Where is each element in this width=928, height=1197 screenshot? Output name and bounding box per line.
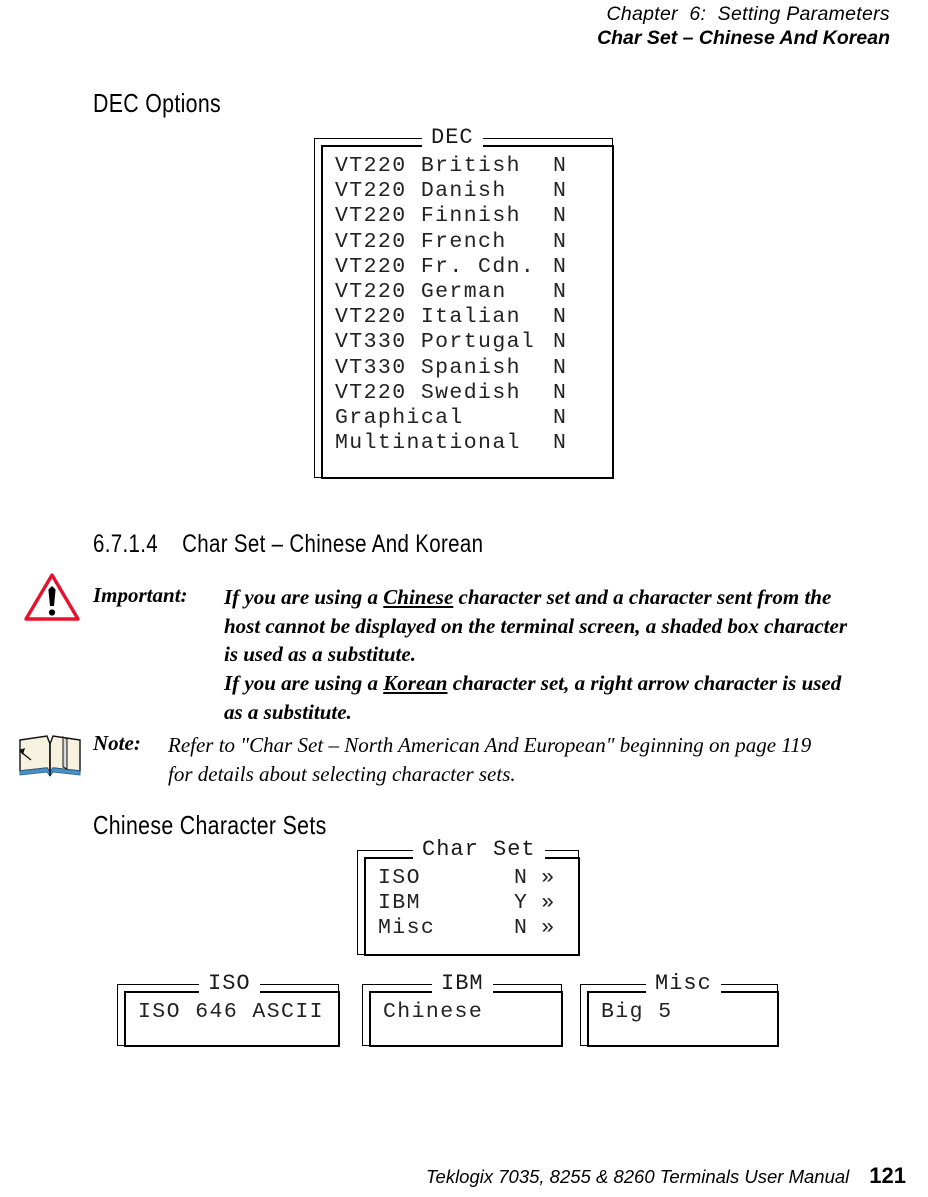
ibm-dialog-rows: Chinese <box>369 991 563 1047</box>
dec-dialog-title: DEC <box>422 127 483 149</box>
note-text: Refer to "Char Set – North American And … <box>168 733 812 786</box>
dec-row-label: VT220 Swedish <box>335 380 521 405</box>
dec-row-label: VT220 British <box>335 154 521 178</box>
dec-dialog-row[interactable]: VT220 Finnish N <box>335 204 614 229</box>
ibm-dialog-value: Chinese <box>383 1000 484 1024</box>
dec-row-label: VT220 French <box>335 229 507 254</box>
char-set-row-label: ISO <box>378 866 421 890</box>
misc-dialog: Misc Big 5 <box>580 973 779 1047</box>
dec-row-label: VT220 Finnish <box>335 204 521 229</box>
char-set-dialog-title: Char Set <box>413 839 545 861</box>
dec-row-value: N <box>553 406 568 431</box>
dec-row-label: Graphical <box>335 406 464 431</box>
char-set-dialog-row[interactable]: Misc N » <box>378 916 580 941</box>
dec-dialog-row[interactable]: VT220 British N <box>335 154 614 179</box>
dec-row-value: N <box>553 330 568 355</box>
char-set-dialog-rows: ISO N » IBM Y » Misc N » <box>364 857 580 956</box>
dec-row-label: VT220 German <box>335 280 507 305</box>
dec-dialog-row[interactable]: VT220 Fr. Cdn. N <box>335 255 614 280</box>
section-heading-gap <box>158 530 182 558</box>
important-paragraph-2: If you are using a Korean character set,… <box>224 669 864 726</box>
dec-dialog-row[interactable]: VT220 Danish N <box>335 179 614 204</box>
dec-dialog-row[interactable]: Graphical N <box>335 406 614 431</box>
section-title: Char Set – Chinese And Korean <box>182 530 484 558</box>
iso-dialog-rows: ISO 646 ASCII <box>124 991 340 1047</box>
dec-row-value: N <box>553 431 568 456</box>
char-set-row-value: N » <box>514 866 555 890</box>
double-chevron-right-icon[interactable]: » <box>528 866 554 890</box>
dec-dialog-row[interactable]: Multinational N <box>335 431 614 456</box>
char-set-dialog-row[interactable]: ISO N » <box>378 866 580 891</box>
double-chevron-right-icon[interactable]: » <box>528 891 554 915</box>
dec-row-value: N <box>553 254 568 279</box>
page-footer: Teklogix 7035, 8255 & 8260 Terminals Use… <box>0 1163 928 1189</box>
misc-dialog-title: Misc <box>646 973 721 995</box>
running-head: Chapter 6: Setting Parameters Char Set –… <box>597 2 890 50</box>
dec-dialog-row[interactable]: VT220 French N <box>335 230 614 255</box>
footer-manual-title: Teklogix 7035, 8255 & 8260 Terminals Use… <box>425 1166 850 1187</box>
dec-dialog-row[interactable]: VT220 Italian N <box>335 305 614 330</box>
char-set-dialog: Char Set ISO N » IBM Y » Misc N » <box>357 839 580 956</box>
dec-dialog-rows: VT220 British N VT220 Danish N VT220 Finnish… <box>321 145 614 479</box>
dec-options-heading: DEC Options <box>93 88 222 118</box>
important-para1-pre: If you are using a <box>224 585 384 609</box>
dec-row-label: Multinational <box>335 431 521 456</box>
dec-dialog-row[interactable]: VT330 Spanish N <box>335 356 614 381</box>
dec-row-label: VT220 Danish <box>335 179 507 204</box>
char-set-dialog-row[interactable]: IBM Y » <box>378 891 580 916</box>
char-set-row-label: Misc <box>378 916 436 941</box>
note-label: Note: <box>93 731 141 755</box>
dec-row-value: N <box>553 305 568 330</box>
double-chevron-right-icon[interactable]: » <box>528 916 554 940</box>
dec-row-value: N <box>553 204 568 229</box>
dec-row-value: N <box>553 380 568 405</box>
dec-dialog-row[interactable]: VT220 German N <box>335 280 614 305</box>
dec-dialog-row[interactable]: VT220 Swedish N <box>335 381 614 406</box>
important-para2-pre: If you are using a <box>224 671 384 695</box>
dec-row-label: VT220 Italian <box>335 305 521 330</box>
running-head-chapter: Chapter 6: Setting Parameters <box>606 3 890 25</box>
char-set-row-label: IBM <box>378 891 421 916</box>
footer-page-number: 121 <box>869 1163 906 1188</box>
dec-dialog-row[interactable]: VT330 Portugal N <box>335 330 614 355</box>
ibm-dialog-title: IBM <box>432 973 493 995</box>
misc-dialog-value: Big 5 <box>601 1000 673 1024</box>
important-para2-underlined: Korean <box>383 671 448 695</box>
dec-row-label: VT330 Portugal <box>335 330 536 355</box>
open-book-icon <box>19 735 81 777</box>
char-set-row-value: N » <box>514 916 555 941</box>
section-number: 6.7.1.4 <box>93 530 158 558</box>
dec-row-value: N <box>553 355 568 380</box>
char-set-row-value: Y » <box>514 891 555 916</box>
chinese-character-sets-heading: Chinese Character Sets <box>93 810 327 840</box>
dec-row-value: N <box>553 154 568 178</box>
iso-dialog: ISO ISO 646 ASCII <box>117 973 340 1047</box>
important-paragraph-1: If you are using a Chinese character set… <box>224 583 864 669</box>
dec-row-value: N <box>553 280 568 305</box>
dec-row-value: N <box>553 179 568 204</box>
dec-dialog: DEC VT220 British N VT220 Danish N VT220 Fin… <box>314 127 614 479</box>
dec-row-label: VT220 Fr. Cdn. <box>335 254 536 279</box>
important-para1-underlined: Chinese <box>383 585 454 609</box>
misc-dialog-rows: Big 5 <box>587 991 779 1047</box>
iso-dialog-title: ISO <box>199 973 260 995</box>
section-heading: 6.7.1.4 Char Set – Chinese And Korean <box>93 530 483 559</box>
warning-triangle-icon <box>24 573 80 621</box>
dec-row-value: N <box>553 229 568 254</box>
iso-dialog-value: ISO 646 ASCII <box>138 1000 324 1024</box>
ibm-dialog: IBM Chinese <box>362 973 563 1047</box>
running-head-section: Char Set – Chinese And Korean <box>597 27 890 49</box>
dec-row-label: VT330 Spanish <box>335 355 521 380</box>
important-label: Important: <box>93 583 188 607</box>
